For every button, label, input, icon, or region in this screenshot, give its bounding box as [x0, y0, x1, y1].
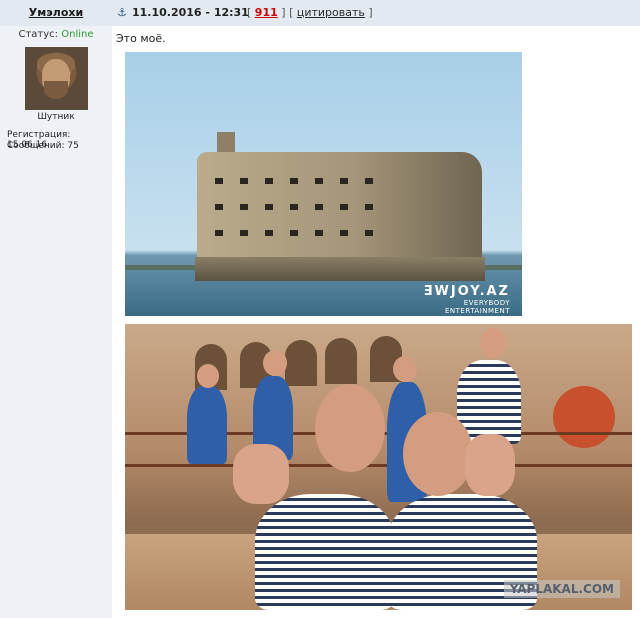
- watermark-sub2: ENTERTAINMENT: [444, 307, 510, 315]
- quote-bracket-close: ]: [368, 6, 373, 19]
- rating-value[interactable]: 911: [255, 6, 278, 19]
- target-disc: [553, 386, 615, 448]
- post-image-fort[interactable]: ƎWJOY.AZ EVERYBODY ENTERTAINMENT: [125, 52, 522, 316]
- fort-base: [195, 257, 485, 281]
- forum-post: Умэлохи Статус: Online Шутник Регистраци…: [0, 0, 640, 618]
- watermark-sub1: EVERYBODY: [463, 299, 510, 307]
- fort-window: [340, 178, 348, 184]
- fort-window: [315, 204, 323, 210]
- post-date: 11.10.2016 - 12:31: [132, 6, 249, 19]
- image-watermark-yaplakal: YAPLAKAL.COM: [503, 580, 620, 598]
- fort-window: [365, 178, 373, 184]
- fort-window: [315, 230, 323, 236]
- author-name-link[interactable]: Умэлохи: [0, 0, 112, 26]
- image-watermark: ƎWJOY.AZ EVERYBODY ENTERTAINMENT: [424, 284, 510, 315]
- avatar-beard: [44, 81, 68, 99]
- fort-window: [215, 230, 223, 236]
- fort-window: [240, 230, 248, 236]
- user-title: Шутник: [37, 112, 75, 122]
- fort-window: [240, 178, 248, 184]
- arch: [325, 338, 357, 384]
- hand-gesture: [465, 434, 515, 496]
- arch: [285, 340, 317, 386]
- rating-bracket-open: [: [247, 6, 252, 19]
- fort-window: [340, 204, 348, 210]
- fort-window: [215, 204, 223, 210]
- person-head: [403, 412, 473, 496]
- fort-window: [365, 230, 373, 236]
- person-head: [263, 350, 287, 376]
- post-text: Это моё.: [116, 32, 166, 45]
- fort-window: [215, 178, 223, 184]
- person-head: [197, 364, 219, 388]
- post-image-group[interactable]: YAPLAKAL.COM: [125, 324, 632, 610]
- status-online: Online: [61, 29, 94, 40]
- fort-window: [265, 178, 273, 184]
- fort-window: [365, 204, 373, 210]
- author-column: Умэлохи Статус: Online Шутник Регистраци…: [0, 0, 112, 618]
- fort-window: [265, 204, 273, 210]
- hand-gesture: [233, 444, 289, 504]
- fort-window: [240, 204, 248, 210]
- author-status: Статус: Online: [0, 29, 112, 40]
- fort-window: [290, 230, 298, 236]
- post-header: ⚓ 11.10.2016 - 12:31 [ 911 ] [ цитироват…: [112, 0, 640, 26]
- person-head: [480, 328, 506, 358]
- railing: [125, 464, 632, 467]
- person-front-left: [255, 494, 395, 610]
- person-head: [393, 356, 417, 382]
- status-label: Статус:: [18, 29, 59, 40]
- rating-bracket-close: ]: [281, 6, 286, 19]
- fort-window: [340, 230, 348, 236]
- person-head: [315, 384, 385, 472]
- fort-window: [290, 178, 298, 184]
- quote-link[interactable]: цитировать: [297, 6, 365, 19]
- fort-window: [265, 230, 273, 236]
- message-count: Сообщений: 75: [7, 141, 79, 151]
- avatar[interactable]: [25, 47, 88, 110]
- anchor-icon[interactable]: ⚓: [116, 0, 128, 26]
- person-woman: [187, 386, 227, 464]
- quote-bracket-open: [: [289, 6, 294, 19]
- fort-window: [315, 178, 323, 184]
- post-rating: [ 911 ] [ цитировать ]: [247, 0, 373, 26]
- watermark-main: ƎWJOY.AZ: [423, 284, 510, 299]
- fort-window: [290, 204, 298, 210]
